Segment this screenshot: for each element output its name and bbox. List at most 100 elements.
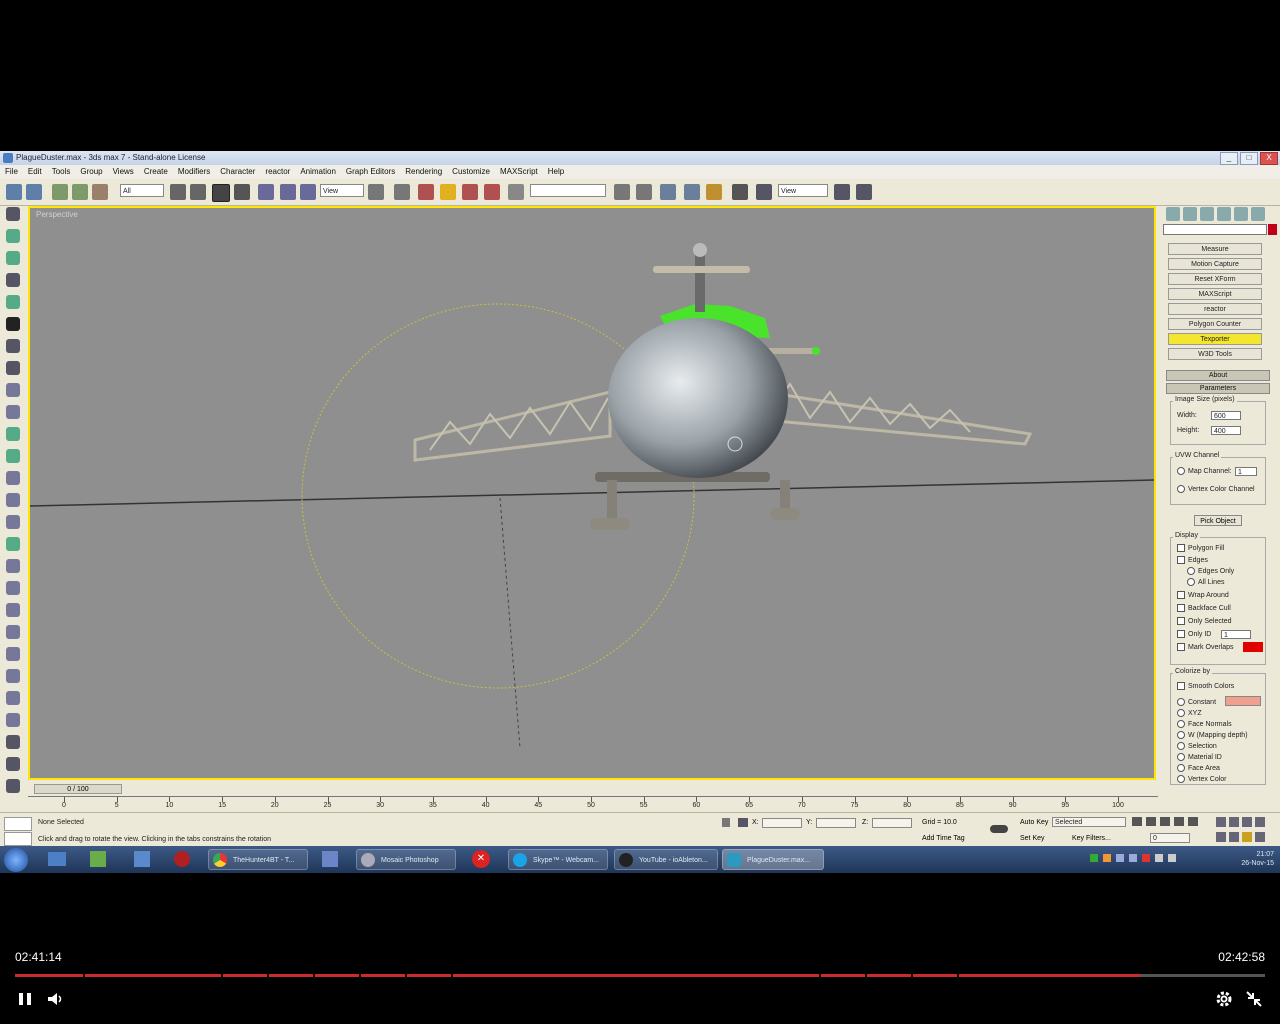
tool-9-icon[interactable] [6, 383, 20, 397]
taskbar-obs-window[interactable]: YouTube - ioAbleton... [614, 849, 718, 870]
face-area-radio[interactable]: Face Area [1177, 764, 1220, 772]
vertex-color-radio[interactable]: Vertex Color [1177, 775, 1227, 783]
menu-group[interactable]: Group [75, 165, 107, 179]
red-star-app-icon[interactable] [174, 851, 190, 867]
vertex-color-channel-radio[interactable]: Vertex Color Channel [1177, 485, 1255, 493]
tool-20-icon[interactable] [6, 625, 20, 639]
tool-18-icon[interactable] [6, 581, 20, 595]
track-bar[interactable]: 0 5 10 15 20 25 30 35 40 45 50 55 60 65 70 75 80 85 90 95 10… [28, 796, 1158, 813]
menu-character[interactable]: Character [215, 165, 260, 179]
manipulate-icon[interactable] [394, 184, 410, 200]
tool-6-icon[interactable] [6, 317, 20, 331]
tool-22-icon[interactable] [6, 669, 20, 683]
parameters-rollout[interactable]: Parameters [1166, 383, 1270, 394]
key-icon[interactable] [990, 825, 1008, 833]
auto-key-button[interactable]: Auto Key [1020, 819, 1048, 826]
tool-8-icon[interactable] [6, 361, 20, 375]
tray-icon-2[interactable] [1103, 854, 1111, 862]
exit-fullscreen-button[interactable] [1245, 990, 1263, 1008]
modify-tab-icon[interactable] [1183, 207, 1197, 221]
width-spinner[interactable]: 600 [1211, 411, 1241, 420]
explorer-icon[interactable] [90, 851, 106, 867]
tool-17-icon[interactable] [6, 559, 20, 573]
render-scene-icon[interactable] [756, 184, 772, 200]
minimize-button[interactable]: _ [1220, 152, 1238, 165]
add-time-tag[interactable]: Add Time Tag [922, 835, 965, 842]
selection-filter-select[interactable]: All [120, 184, 164, 197]
rectangular-selection-icon[interactable] [212, 184, 230, 202]
app-launcher-icon[interactable] [134, 851, 150, 867]
map-channel-radio[interactable]: Map Channel: [1177, 467, 1232, 475]
map-channel-spinner[interactable]: 1 [1235, 467, 1257, 476]
network-icon[interactable] [1155, 854, 1163, 862]
tool-5-icon[interactable] [6, 295, 20, 309]
menu-views[interactable]: Views [108, 165, 139, 179]
tool-16-icon[interactable] [6, 537, 20, 551]
edit-named-selections-icon[interactable] [508, 184, 524, 200]
scale-icon[interactable] [300, 184, 316, 200]
progress-bar[interactable] [15, 974, 1265, 977]
all-lines-radio[interactable]: All Lines [1187, 578, 1224, 586]
mirror-icon[interactable] [614, 184, 630, 200]
zoom-all-icon[interactable] [1229, 817, 1239, 827]
tool-10-icon[interactable] [6, 405, 20, 419]
menu-create[interactable]: Create [139, 165, 173, 179]
menu-edit[interactable]: Edit [23, 165, 47, 179]
key-filters-button[interactable]: Key Filters... [1072, 835, 1111, 842]
menu-reactor[interactable]: reactor [260, 165, 295, 179]
previous-frame-icon[interactable] [1146, 817, 1156, 826]
start-button-icon[interactable] [4, 848, 28, 872]
menu-tools[interactable]: Tools [47, 165, 76, 179]
volume-icon[interactable] [1168, 854, 1176, 862]
spinner-snap-icon[interactable] [484, 184, 500, 200]
tool-19-icon[interactable] [6, 603, 20, 617]
maxscript-listener-mini[interactable] [4, 817, 32, 831]
tool-4-icon[interactable] [6, 273, 20, 287]
utility-maxscript-button[interactable]: MAXScript [1168, 288, 1262, 300]
current-frame-field[interactable]: 0 [1150, 833, 1190, 843]
tool-12-icon[interactable] [6, 449, 20, 463]
tool-2-icon[interactable] [6, 229, 20, 243]
curve-editor-icon[interactable] [684, 184, 700, 200]
layer-manager-icon[interactable] [660, 184, 676, 200]
rotate-icon[interactable] [280, 184, 296, 200]
settings-button[interactable] [1215, 990, 1233, 1008]
maxscript-listener-output[interactable] [4, 832, 32, 846]
schematic-view-icon[interactable] [706, 184, 722, 200]
reference-coordinate-select[interactable]: View [320, 184, 364, 197]
undo-icon[interactable] [6, 184, 22, 200]
utility-w3d-tools-button[interactable]: W3D Tools [1168, 348, 1262, 360]
edges-only-radio[interactable]: Edges Only [1187, 567, 1234, 575]
window-crossing-icon[interactable] [234, 184, 250, 200]
utility-polygon-counter-button[interactable]: Polygon Counter [1168, 318, 1262, 330]
only-id-checkbox[interactable]: Only ID [1177, 630, 1211, 638]
tool-27-icon[interactable] [6, 779, 20, 793]
taskbar-clock[interactable]: 21:07 26-Nov-15 [1241, 850, 1274, 868]
zoom-extents-all-icon[interactable] [1255, 817, 1265, 827]
tool-11-icon[interactable] [6, 427, 20, 441]
motion-tab-icon[interactable] [1217, 207, 1231, 221]
taskbar-photoshop-window[interactable]: Mosaic Photoshop [356, 849, 456, 870]
tool-7-icon[interactable] [6, 339, 20, 353]
utilities-tab-icon[interactable] [1251, 207, 1265, 221]
menu-graph-editors[interactable]: Graph Editors [341, 165, 400, 179]
render-type-select[interactable]: View [778, 184, 828, 197]
tool-23-icon[interactable] [6, 691, 20, 705]
polygon-fill-checkbox[interactable]: Polygon Fill [1177, 544, 1224, 552]
angle-snap-icon[interactable] [440, 184, 456, 200]
pause-button[interactable] [16, 990, 34, 1008]
material-id-radio[interactable]: Material ID [1177, 753, 1222, 761]
constant-color-swatch[interactable] [1225, 696, 1261, 706]
tray-icon-1[interactable] [1090, 854, 1098, 862]
next-frame-icon[interactable] [1174, 817, 1184, 826]
taskbar-app-icon[interactable] [322, 851, 338, 867]
utility-reactor-button[interactable]: reactor [1168, 303, 1262, 315]
set-key-button[interactable]: Set Key [1020, 835, 1045, 842]
error-app-icon[interactable]: ✕ [472, 850, 490, 868]
create-tab-icon[interactable] [1166, 207, 1180, 221]
y-coordinate-field[interactable] [816, 818, 856, 828]
go-to-start-icon[interactable] [1132, 817, 1142, 826]
only-selected-checkbox[interactable]: Only Selected [1177, 617, 1232, 625]
tool-3-icon[interactable] [6, 251, 20, 265]
menu-animation[interactable]: Animation [295, 165, 341, 179]
